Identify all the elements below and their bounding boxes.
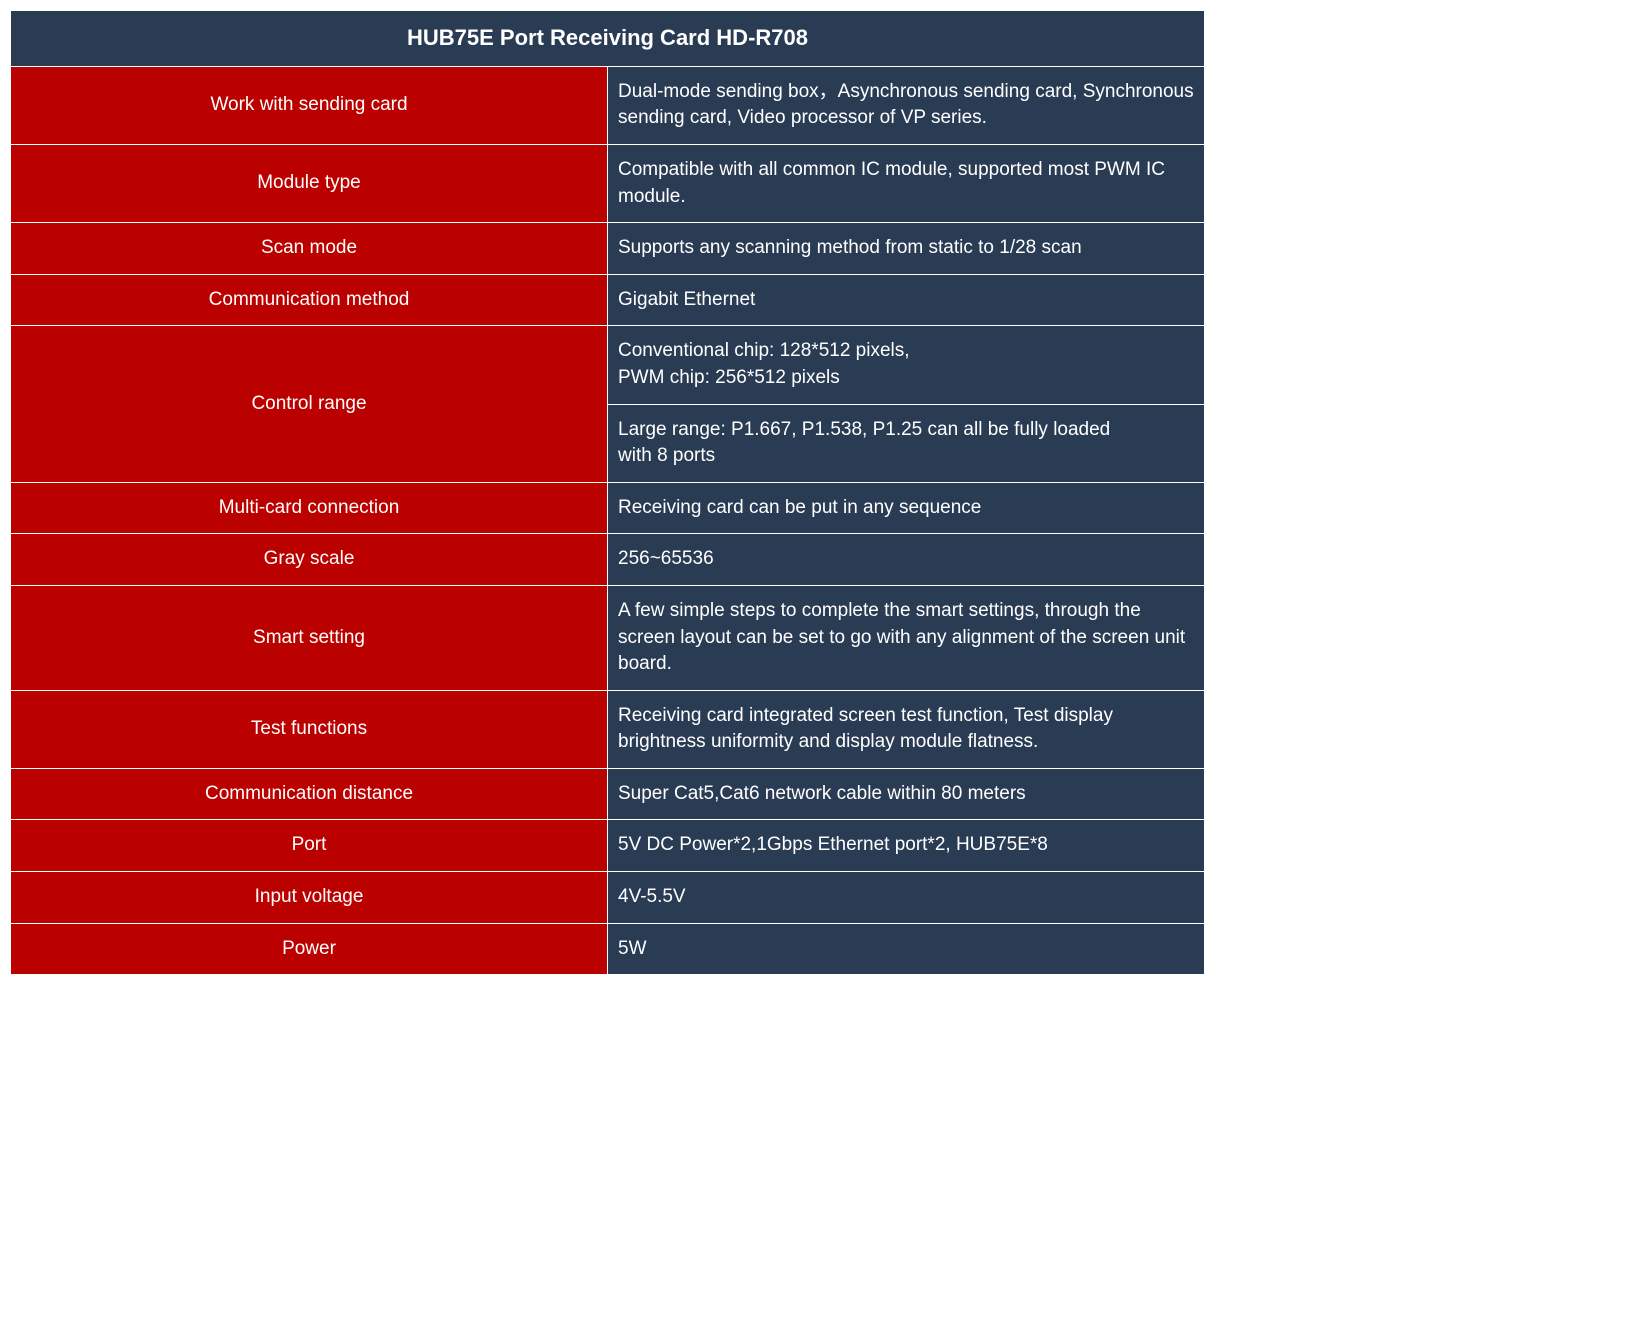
title-row: HUB75E Port Receiving Card HD-R708 [11, 11, 1205, 67]
row-value: Gigabit Ethernet [608, 274, 1205, 326]
table-row: Smart setting A few simple steps to comp… [11, 585, 1205, 690]
table-title: HUB75E Port Receiving Card HD-R708 [11, 11, 1205, 67]
table-row: Input voltage 4V-5.5V [11, 872, 1205, 924]
table-row: Port 5V DC Power*2,1Gbps Ethernet port*2… [11, 820, 1205, 872]
row-label: Gray scale [11, 534, 608, 586]
table-row: Test functions Receiving card integrated… [11, 690, 1205, 768]
row-value: 5V DC Power*2,1Gbps Ethernet port*2, HUB… [608, 820, 1205, 872]
row-label: Input voltage [11, 872, 608, 924]
row-label: Control range [11, 326, 608, 482]
row-label: Module type [11, 144, 608, 222]
row-label: Test functions [11, 690, 608, 768]
table-row: Work with sending card Dual-mode sending… [11, 66, 1205, 144]
row-label: Port [11, 820, 608, 872]
table-row: Communication method Gigabit Ethernet [11, 274, 1205, 326]
row-value: Conventional chip: 128*512 pixels,PWM ch… [608, 326, 1205, 404]
row-value: Receiving card integrated screen test fu… [608, 690, 1205, 768]
row-value: Dual-mode sending box，Asynchronous sendi… [608, 66, 1205, 144]
row-label: Work with sending card [11, 66, 608, 144]
row-label: Communication method [11, 274, 608, 326]
spec-table: HUB75E Port Receiving Card HD-R708 Work … [10, 10, 1205, 975]
table-row: Communication distance Super Cat5,Cat6 n… [11, 768, 1205, 820]
row-label: Smart setting [11, 585, 608, 690]
table-row: Scan mode Supports any scanning method f… [11, 223, 1205, 275]
row-label: Multi-card connection [11, 482, 608, 534]
row-value: 4V-5.5V [608, 872, 1205, 924]
row-label: Communication distance [11, 768, 608, 820]
row-value: Receiving card can be put in any sequenc… [608, 482, 1205, 534]
row-value: A few simple steps to complete the smart… [608, 585, 1205, 690]
table-row: Power 5W [11, 923, 1205, 975]
table-row: Control range Conventional chip: 128*512… [11, 326, 1205, 404]
row-value: Compatible with all common IC module, su… [608, 144, 1205, 222]
row-value: 5W [608, 923, 1205, 975]
table-row: Gray scale 256~65536 [11, 534, 1205, 586]
table-row: Module type Compatible with all common I… [11, 144, 1205, 222]
row-value: Supports any scanning method from static… [608, 223, 1205, 275]
table-row: Multi-card connection Receiving card can… [11, 482, 1205, 534]
row-value: Super Cat5,Cat6 network cable within 80 … [608, 768, 1205, 820]
row-label: Scan mode [11, 223, 608, 275]
row-value: Large range: P1.667, P1.538, P1.25 can a… [608, 404, 1205, 482]
row-label: Power [11, 923, 608, 975]
row-value: 256~65536 [608, 534, 1205, 586]
